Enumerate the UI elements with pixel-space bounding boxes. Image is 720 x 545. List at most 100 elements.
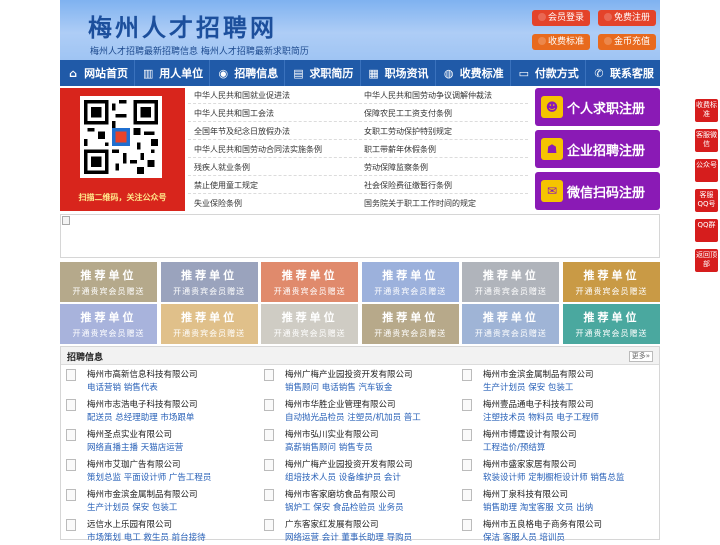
law-link[interactable]: 中华人民共和国工会法	[194, 106, 274, 122]
job-positions[interactable]: 高薪销售顾问 销售专员	[285, 441, 373, 453]
recommend-slot[interactable]: 推荐单位 开通贵宾会员赠送	[462, 304, 560, 344]
wechat-service-float-button[interactable]: 客服微信	[695, 129, 718, 152]
job-positions[interactable]: 策划总监 平面设计师 广告工程员	[87, 471, 211, 483]
official-account-float-button[interactable]: 公众号	[695, 159, 718, 182]
company-name[interactable]: 广东客家红发展有限公司	[285, 518, 379, 530]
nav-jobs[interactable]: ◉ 招聘信息	[210, 60, 286, 86]
company-name[interactable]: 梅州壹品通电子科技有限公司	[483, 398, 594, 410]
law-link[interactable]: 中华人民共和国劳动争议调解仲裁法	[364, 88, 492, 104]
company-register-button[interactable]: ☗ 企业招聘注册	[535, 130, 660, 168]
job-positions[interactable]: 电话营销 销售代表	[87, 381, 158, 393]
nav-employers[interactable]: ▥ 用人单位	[135, 60, 211, 86]
recommend-slot[interactable]: 推荐单位 开通贵宾会员赠送	[563, 304, 660, 344]
job-item[interactable]: 梅州市五良格电子商务有限公司 保洁 客服人员 培训员	[457, 517, 652, 545]
qq-service-float-button[interactable]: 客服QQ号	[695, 189, 718, 212]
job-positions[interactable]: 软装设计师 定制橱柜设计师 销售总监	[483, 471, 624, 483]
job-item[interactable]: 梅州广梅产业园投资开发有限公司 销售顾问 电话销售 汽车钣金	[259, 367, 454, 395]
recommend-slot[interactable]: 推荐单位 开通贵宾会员赠送	[261, 262, 359, 302]
recommend-slot[interactable]: 推荐单位 开通贵宾会员赠送	[160, 262, 258, 302]
job-item[interactable]: 梅州市艾珈广告有限公司 策划总监 平面设计师 广告工程员	[61, 457, 256, 485]
job-item[interactable]: 梅州壹品通电子科技有限公司 注塑技术员 物料员 电子工程师	[457, 397, 652, 425]
recommend-slot[interactable]: 推荐单位 开通贵宾会员赠送	[160, 304, 258, 344]
nav-resumes[interactable]: ▤ 求职简历	[285, 60, 361, 86]
recommend-slot[interactable]: 推荐单位 开通贵宾会员赠送	[563, 262, 660, 302]
law-link[interactable]: 失业保险条例	[194, 196, 242, 212]
job-item[interactable]: 梅州市华胜企业管理有限公司 自动抛光品检员 注塑员/机加员 普工	[259, 397, 454, 425]
job-positions[interactable]: 销售顾问 电话销售 汽车钣金	[285, 381, 392, 393]
law-link[interactable]: 社会保险费征缴暂行条例	[364, 178, 452, 194]
job-item[interactable]: 梅州丁泉科技有限公司 销售助理 淘宝客服 文员 出纳	[457, 487, 652, 515]
job-item[interactable]: 梅州市志浩电子科技有限公司 配送员 总经理助理 市场跟单	[61, 397, 256, 425]
personal-register-button[interactable]: ☻ 个人求职注册	[535, 88, 660, 126]
job-positions[interactable]: 锅炉工 保安 食品检验员 业务员	[285, 501, 404, 513]
ad-banner[interactable]	[60, 214, 660, 258]
company-name[interactable]: 梅州市客家磨坊食品有限公司	[285, 488, 396, 500]
job-item[interactable]: 梅州市客家磨坊食品有限公司 锅炉工 保安 食品检验员 业务员	[259, 487, 454, 515]
job-item[interactable]: 广东客家红发展有限公司 网络运营 会计 董事长助理 导购员	[259, 517, 454, 545]
coin-recharge-button[interactable]: 金币充值	[598, 34, 656, 50]
job-item[interactable]: 梅州市弘川实业有限公司 高薪销售顾问 销售专员	[259, 427, 454, 455]
qq-group-float-button[interactable]: QQ群	[695, 219, 718, 242]
law-link[interactable]: 中华人民共和国劳动合同法实施条例	[194, 142, 322, 158]
job-item[interactable]: 梅州圣点实业有限公司 网络直播主播 天猫店运营	[61, 427, 256, 455]
site-logo[interactable]: 梅州人才招聘网	[88, 8, 277, 43]
job-positions[interactable]: 工程造价/预结算	[483, 441, 545, 453]
nav-home[interactable]: ⌂ 网站首页	[60, 60, 136, 86]
job-positions[interactable]: 生产计划员 保安 包装工	[483, 381, 573, 393]
nav-fees[interactable]: ◍ 收费标准	[436, 60, 511, 86]
recommend-slot[interactable]: 推荐单位 开通贵宾会员赠送	[261, 304, 359, 344]
recommend-slot[interactable]: 推荐单位 开通贵宾会员赠送	[361, 262, 459, 302]
nav-contact[interactable]: ✆ 联系客服	[586, 60, 660, 86]
fee-standard-button[interactable]: 收费标准	[532, 34, 590, 50]
nav-payment[interactable]: ▭ 付款方式	[511, 60, 586, 86]
job-positions[interactable]: 配送员 总经理助理 市场跟单	[87, 411, 194, 423]
company-name[interactable]: 梅州市志浩电子科技有限公司	[87, 398, 198, 410]
law-link[interactable]: 职工带薪年休假条例	[364, 142, 436, 158]
job-item[interactable]: 梅州市盛家家居有限公司 软装设计师 定制橱柜设计师 销售总监	[457, 457, 652, 485]
law-link[interactable]: 女职工劳动保护特别规定	[364, 124, 452, 140]
job-positions[interactable]: 网络运营 会计 董事长助理 导购员	[285, 531, 412, 543]
job-positions[interactable]: 销售助理 淘宝客服 文员 出纳	[483, 501, 593, 513]
member-login-button[interactable]: 会员登录	[532, 10, 590, 26]
company-name[interactable]: 梅州丁泉科技有限公司	[483, 488, 568, 500]
job-item[interactable]: 梅州市博霆设计有限公司 工程造价/预结算	[457, 427, 652, 455]
job-positions[interactable]: 自动抛光品检员 注塑员/机加员 普工	[285, 411, 421, 423]
company-name[interactable]: 梅州广梅产业园投资开发有限公司	[285, 458, 413, 470]
company-name[interactable]: 梅州市华胜企业管理有限公司	[285, 398, 396, 410]
recommend-slot[interactable]: 推荐单位 开通贵宾会员赠送	[60, 304, 157, 344]
company-name[interactable]: 梅州市高新信息科技有限公司	[87, 368, 198, 380]
recommend-slot[interactable]: 推荐单位 开通贵宾会员赠送	[361, 304, 459, 344]
law-link[interactable]: 保障农民工工资支付条例	[364, 106, 452, 122]
company-name[interactable]: 梅州市博霆设计有限公司	[483, 428, 577, 440]
job-positions[interactable]: 市场策划 电工 救生员 前台接待	[87, 531, 206, 543]
company-name[interactable]: 梅州圣点实业有限公司	[87, 428, 172, 440]
job-positions[interactable]: 注塑技术员 物料员 电子工程师	[483, 411, 599, 423]
company-name[interactable]: 梅州市金滨金属制品有限公司	[87, 488, 198, 500]
job-positions[interactable]: 组培技术人员 设备维护员 会计	[285, 471, 401, 483]
job-positions[interactable]: 保洁 客服人员 培训员	[483, 531, 565, 543]
job-positions[interactable]: 网络直播主播 天猫店运营	[87, 441, 183, 453]
company-name[interactable]: 梅州市艾珈广告有限公司	[87, 458, 181, 470]
company-name[interactable]: 梅州市弘川实业有限公司	[285, 428, 379, 440]
free-register-button[interactable]: 免费注册	[598, 10, 656, 26]
job-positions[interactable]: 生产计划员 保安 包装工	[87, 501, 177, 513]
recommend-slot[interactable]: 推荐单位 开通贵宾会员赠送	[462, 262, 560, 302]
law-link[interactable]: 劳动保障监察条例	[364, 160, 428, 176]
company-name[interactable]: 梅州广梅产业园投资开发有限公司	[285, 368, 413, 380]
company-name[interactable]: 梅州市五良格电子商务有限公司	[483, 518, 602, 530]
law-link[interactable]: 国务院关于职工工作时间的规定	[364, 196, 476, 212]
job-item[interactable]: 梅州市高新信息科技有限公司 电话营销 销售代表	[61, 367, 256, 395]
recommend-slot[interactable]: 推荐单位 开通贵宾会员赠送	[60, 262, 157, 302]
wechat-register-button[interactable]: ✉ 微信扫码注册	[535, 172, 660, 210]
back-to-top-button[interactable]: 返回顶部	[695, 249, 718, 272]
law-link[interactable]: 残疾人就业条例	[194, 160, 250, 176]
more-button[interactable]: 更多»	[628, 351, 653, 362]
nav-news[interactable]: ▦ 职场资讯	[361, 60, 436, 86]
law-link[interactable]: 全国年节及纪念日放假办法	[194, 124, 290, 140]
job-item[interactable]: 梅州市金滨金属制品有限公司 生产计划员 保安 包装工	[61, 487, 256, 515]
fee-float-button[interactable]: 收费标准	[695, 99, 718, 122]
job-item[interactable]: 梅州广梅产业园投资开发有限公司 组培技术人员 设备维护员 会计	[259, 457, 454, 485]
law-link[interactable]: 中华人民共和国就业促进法	[194, 88, 290, 104]
job-item[interactable]: 远信水上乐园有限公司 市场策划 电工 救生员 前台接待	[61, 517, 256, 545]
job-item[interactable]: 梅州市金滨金属制品有限公司 生产计划员 保安 包装工	[457, 367, 652, 395]
